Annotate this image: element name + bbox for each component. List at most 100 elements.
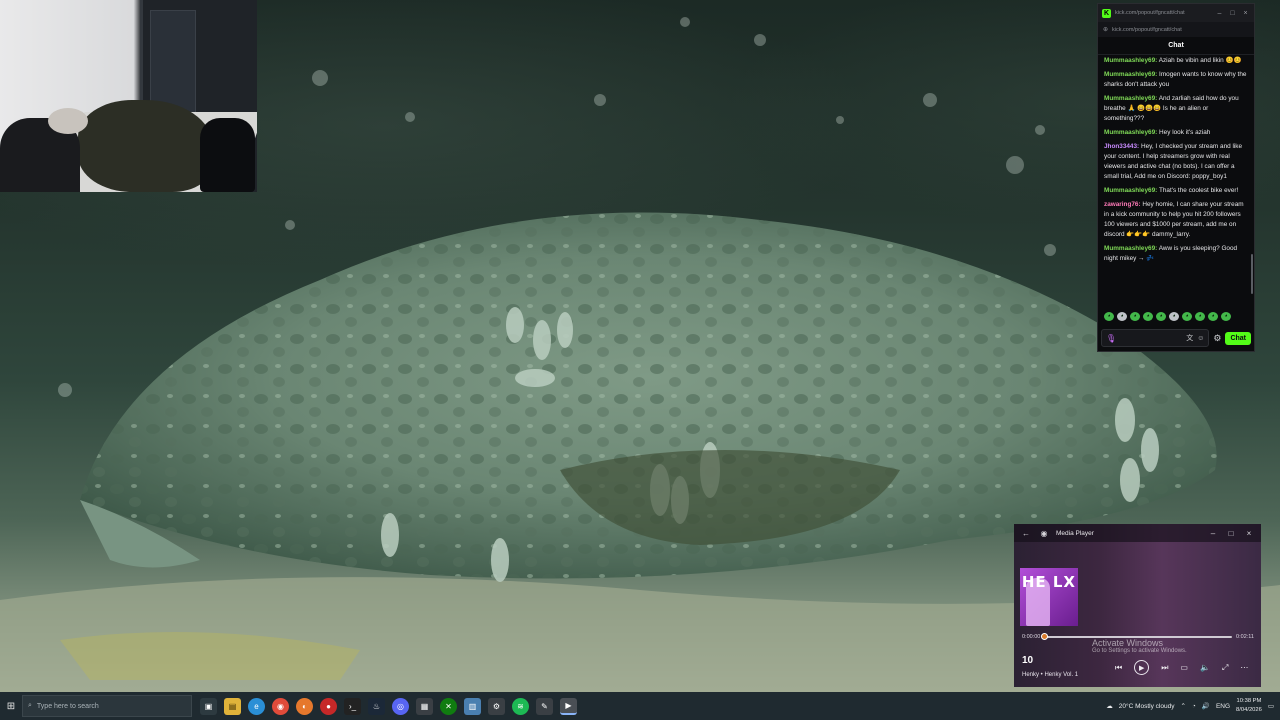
track-number: 10: [1022, 655, 1034, 666]
emote-icon[interactable]: ◕: [1182, 312, 1192, 321]
windows-taskbar: ⊞ ⌕ Type here to search ▣ ▤ e ◉ ◐ ● ›_ ♨…: [0, 692, 1280, 720]
emoji-picker-icon[interactable]: ☺: [1197, 335, 1204, 342]
emote-icon[interactable]: ◕: [1130, 312, 1140, 321]
search-icon: ⌕: [28, 702, 32, 709]
chat-message: Mummaashley69: Imogen wants to know why …: [1104, 70, 1248, 90]
chat-message-text: Aziah be vibin and likin 😊😊: [1157, 57, 1242, 64]
minimize-icon[interactable]: –: [1215, 10, 1224, 17]
xbox-icon[interactable]: ✕: [440, 697, 457, 715]
chat-message-input[interactable]: 🎙 文 ☺: [1101, 329, 1210, 347]
play-icon[interactable]: ▶: [1134, 660, 1150, 675]
chat-window-title: kick.com/popout/fgncatt/chat: [1115, 10, 1185, 16]
emote-icon[interactable]: ◕: [1195, 312, 1205, 321]
chat-username[interactable]: Mummaashley69:: [1104, 71, 1157, 78]
chat-message-text: That's the coolest bike ever!: [1157, 187, 1239, 194]
chat-username[interactable]: Mummaashley69:: [1104, 129, 1157, 136]
close-icon[interactable]: ×: [1241, 10, 1250, 17]
settings-app-icon[interactable]: ⚙: [488, 697, 505, 715]
chat-scrollbar[interactable]: [1251, 254, 1253, 294]
microphone-icon[interactable]: 🎙: [1106, 334, 1116, 343]
maximize-icon[interactable]: □: [1225, 529, 1237, 538]
send-chat-button[interactable]: Chat: [1225, 331, 1251, 345]
volume-icon[interactable]: 🔈: [1200, 663, 1210, 672]
emote-icon[interactable]: ◕: [1143, 312, 1153, 321]
task-view-icon[interactable]: ▣: [200, 697, 217, 715]
gear-icon[interactable]: ⚙: [1213, 333, 1221, 344]
notepad-icon[interactable]: ▥: [464, 697, 481, 715]
taskbar-search-box[interactable]: ⌕ Type here to search: [22, 695, 192, 717]
back-arrow-icon[interactable]: ←: [1020, 529, 1032, 538]
media-player-window: ← ◉ Media Player – □ × HE LX 0:00:00 0:0…: [1014, 524, 1261, 687]
chat-username[interactable]: Mummaashley69:: [1104, 57, 1157, 64]
terminal-icon[interactable]: ›_: [344, 697, 361, 715]
file-explorer-icon[interactable]: ▤: [224, 697, 241, 715]
weather-text[interactable]: 20°C Mostly cloudy: [1119, 703, 1175, 710]
chat-window-titlebar[interactable]: K kick.com/popout/fgncatt/chat – □ ×: [1098, 4, 1254, 22]
firefox-icon[interactable]: ◐: [296, 697, 313, 715]
chrome-icon[interactable]: ◉: [272, 697, 289, 715]
previous-track-icon[interactable]: ⏮: [1115, 663, 1122, 673]
clock[interactable]: 10:38 PM 8/04/2026: [1236, 697, 1262, 715]
edge-icon[interactable]: e: [248, 697, 265, 715]
chat-message: Mummaashley69: Aziah be vibin and likin …: [1104, 56, 1248, 66]
chat-message-text: Hey look it's aziah: [1157, 129, 1211, 136]
chat-url-bar[interactable]: ⊕ kick.com/popout/fgncatt/chat: [1098, 22, 1254, 37]
network-icon[interactable]: ◔: [1192, 703, 1196, 710]
media-player-app-icon: ◉: [1040, 528, 1048, 538]
chat-message-list[interactable]: Mummaashley69: Aziah be vibin and likin …: [1098, 56, 1254, 308]
chat-message: Mummaashley69: That's the coolest bike e…: [1104, 186, 1248, 196]
seek-thumb[interactable]: [1041, 633, 1049, 640]
translate-icon[interactable]: 文: [1186, 333, 1193, 343]
spotify-icon[interactable]: ≋: [512, 697, 529, 715]
app-icon[interactable]: ▦: [416, 697, 433, 715]
emote-icon[interactable]: ◕: [1221, 312, 1231, 321]
kick-logo-icon: K: [1102, 8, 1111, 18]
watermark-subtitle: Go to Settings to activate Windows.: [1092, 648, 1187, 654]
chat-username[interactable]: Jhon33443:: [1104, 143, 1139, 150]
webcam-hand: [48, 108, 88, 134]
emote-icon[interactable]: ◕: [1169, 312, 1179, 321]
notification-icon[interactable]: ▭: [1268, 702, 1274, 710]
language-indicator[interactable]: ENG: [1216, 703, 1230, 710]
chat-message: Mummaashley69: Aww is you sleeping? Good…: [1104, 244, 1248, 264]
track-name: Henky • Henky Vol. 1: [1022, 672, 1079, 678]
maximize-icon[interactable]: □: [1228, 10, 1237, 17]
media-player-taskbar-icon[interactable]: ▶: [560, 697, 577, 715]
chat-username[interactable]: Mummaashley69:: [1104, 187, 1157, 194]
emote-icon[interactable]: ◕: [1156, 312, 1166, 321]
tray-chevron-icon[interactable]: ⌃: [1180, 702, 1185, 710]
search-placeholder: Type here to search: [36, 702, 99, 710]
discord-icon[interactable]: ◎: [392, 697, 409, 715]
volume-icon[interactable]: 🔊: [1202, 702, 1210, 710]
start-button[interactable]: ⊞: [0, 692, 22, 720]
media-player-title: Media Player: [1056, 529, 1094, 537]
taskbar-pinned-apps: ▣ ▤ e ◉ ◐ ● ›_ ♨ ◎ ▦ ✕ ▥ ⚙ ≋ ✎ ▶: [200, 697, 577, 715]
webcam-blanket: [78, 100, 213, 192]
chat-username[interactable]: Mummaashley69:: [1104, 245, 1157, 252]
chat-message: zawaring76: Hey homie, I can share your …: [1104, 200, 1248, 240]
more-options-icon[interactable]: ⋯: [1240, 663, 1248, 672]
total-time: 0:02:11: [1236, 634, 1254, 640]
miniplayer-icon[interactable]: ▭: [1180, 663, 1188, 672]
watermark-title: Activate Windows: [1092, 638, 1164, 648]
chat-username[interactable]: zawaring76:: [1104, 201, 1141, 208]
fullscreen-icon[interactable]: ⤢: [1222, 663, 1228, 673]
obs-icon[interactable]: ●: [320, 697, 337, 715]
next-track-icon[interactable]: ⏭: [1161, 663, 1168, 673]
emote-icon[interactable]: ◕: [1208, 312, 1218, 321]
emote-icon[interactable]: ◕: [1104, 312, 1114, 321]
weather-icon[interactable]: ☁: [1106, 702, 1113, 710]
chat-message: Mummaashley69: Hey look it's aziah: [1104, 128, 1248, 138]
emote-icon[interactable]: ◕: [1117, 312, 1127, 321]
clock-date: 8/04/2026: [1236, 707, 1262, 713]
photos-icon[interactable]: ✎: [536, 697, 553, 715]
chat-popout-window: K kick.com/popout/fgncatt/chat – □ × ⊕ k…: [1097, 3, 1255, 352]
minimize-icon[interactable]: –: [1207, 529, 1219, 538]
media-player-titlebar[interactable]: ← ◉ Media Player – □ ×: [1014, 524, 1261, 542]
site-info-icon[interactable]: ⊕: [1103, 26, 1108, 33]
current-time: 0:00:00: [1022, 634, 1041, 640]
steam-icon[interactable]: ♨: [368, 697, 385, 715]
chat-message: Jhon33443: Hey, I checked your stream an…: [1104, 142, 1248, 182]
chat-username[interactable]: Mummaashley69:: [1104, 95, 1157, 102]
close-icon[interactable]: ×: [1243, 529, 1255, 538]
